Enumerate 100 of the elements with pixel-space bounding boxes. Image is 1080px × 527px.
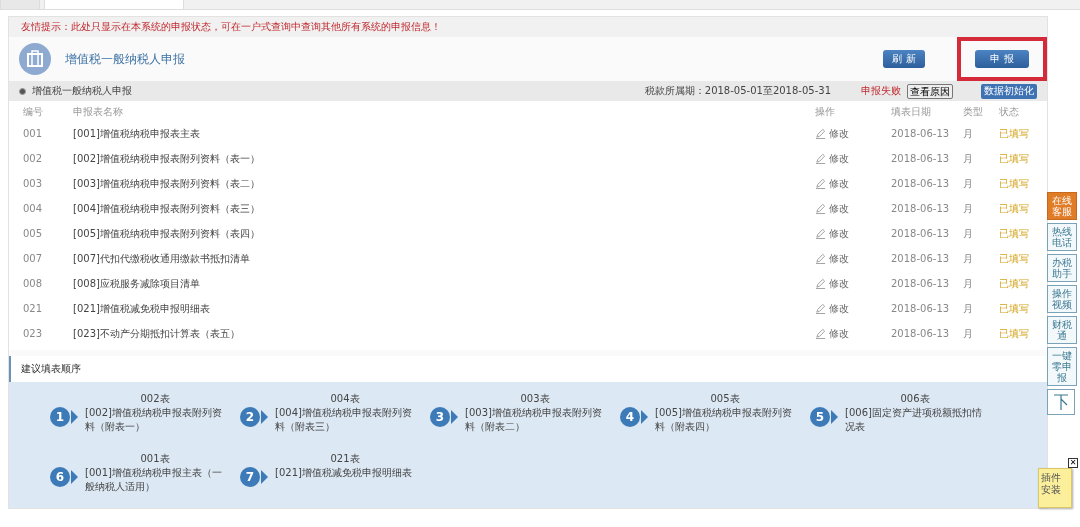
step-code: 003表 — [520, 392, 550, 406]
name-cell-text: [001]增值税纳税申报表主表 — [73, 126, 201, 141]
status-cell-text: 已填写 — [999, 126, 1030, 141]
type-cell-text: 月 — [963, 251, 974, 266]
status-cell-text: 已填写 — [999, 176, 1030, 191]
tab[interactable] — [44, 0, 184, 10]
plugin-note[interactable]: 插件安装 — [1038, 468, 1072, 508]
edit-link[interactable]: 修改 — [829, 151, 849, 166]
date-cell-text: 2018-06-13 — [891, 278, 951, 289]
edit-link[interactable]: 修改 — [829, 251, 849, 266]
code-cell-text: 002 — [23, 153, 44, 164]
edit-link[interactable]: 修改 — [829, 301, 849, 316]
pencil-icon — [815, 178, 826, 189]
column-header: 操作 — [815, 105, 836, 119]
code-cell-text: 007 — [23, 253, 44, 264]
name-cell-text: [004]增值税纳税申报表附列资料（表三） — [73, 201, 261, 216]
edit-link[interactable]: 修改 — [829, 201, 849, 216]
side-tool-button[interactable]: 办税助手 — [1047, 254, 1077, 282]
name-cell-text: [005]增值税纳税申报表附列资料（表四） — [73, 226, 261, 241]
side-tool-button[interactable]: 热线电话 — [1047, 223, 1077, 251]
status-cell-text: 已填写 — [999, 201, 1030, 216]
step-name: [003]增值税纳税申报表附列资料（附表二） — [465, 406, 603, 434]
side-tool-button[interactable]: 一键零申报 — [1047, 347, 1077, 386]
edit-link[interactable]: 修改 — [829, 326, 849, 341]
pencil-icon — [815, 128, 826, 139]
type-cell-text: 月 — [963, 301, 974, 316]
header-button[interactable]: 刷 新 — [883, 50, 925, 68]
pencil-icon — [815, 253, 826, 264]
radio-icon — [19, 87, 26, 95]
name-cell-text: [008]应税服务减除项目清单 — [73, 276, 201, 291]
status-cell-text: 已填写 — [999, 326, 1030, 341]
side-tool-button[interactable]: 财税通 — [1047, 316, 1077, 344]
step-code: 006表 — [900, 392, 930, 406]
type-cell-text: 月 — [963, 201, 974, 216]
edit-link[interactable]: 修改 — [829, 126, 849, 141]
code-cell-text: 001 — [23, 128, 44, 139]
date-cell-text: 2018-06-13 — [891, 128, 951, 139]
code-cell-text: 008 — [23, 278, 44, 289]
pencil-icon — [815, 153, 826, 164]
pencil-icon — [815, 328, 826, 339]
status-cell-text: 已填写 — [999, 226, 1030, 241]
type-cell-text: 月 — [963, 151, 974, 166]
date-cell-text: 2018-06-13 — [891, 203, 951, 214]
type-cell-text: 月 — [963, 326, 974, 341]
name-cell-text: [021]增值税减免税申报明细表 — [73, 301, 211, 316]
pencil-icon — [815, 203, 826, 214]
status-cell-text: 已填写 — [999, 151, 1030, 166]
page-title: 增值税一般纳税人申报 — [65, 50, 186, 68]
section-title: 建议填表顺序 — [9, 356, 1047, 382]
date-cell-text: 2018-06-13 — [891, 228, 951, 239]
tab[interactable] — [0, 0, 40, 10]
subbar-label: 增值税一般纳税人申报 — [32, 84, 133, 98]
edit-link[interactable]: 修改 — [829, 226, 849, 241]
status-cell-text: 已填写 — [999, 251, 1030, 266]
step-name: [005]增值税纳税申报表附列资料（附表四） — [655, 406, 793, 434]
status-text: 申报失败 — [861, 84, 901, 98]
period-text: 税款所属期：2018-05-01至2018-05-31 — [644, 84, 831, 98]
code-cell-text: 005 — [23, 228, 44, 239]
type-cell-text: 月 — [963, 276, 974, 291]
date-cell-text: 2018-06-13 — [891, 153, 951, 164]
date-cell-text: 2018-06-13 — [891, 328, 951, 339]
pencil-icon — [815, 228, 826, 239]
side-tool-button[interactable]: 操作视频 — [1047, 285, 1077, 313]
init-button[interactable]: 数据初始化 — [981, 83, 1037, 99]
type-cell-text: 月 — [963, 176, 974, 191]
code-cell-text: 004 — [23, 203, 44, 214]
name-cell-text: [003]增值税纳税申报表附列资料（表二） — [73, 176, 261, 191]
notice-text: 友情提示：此处只显示在本系统的申报状态，可在一户式查询中查询其他所有系统的申报信息！ — [9, 17, 1047, 37]
step-name: [021]增值税减免税申报明细表 — [275, 466, 413, 480]
date-cell-text: 2018-06-13 — [891, 253, 951, 264]
step-code: 002表 — [140, 392, 170, 406]
code-cell-text: 021 — [23, 303, 44, 314]
scroll-bottom-icon[interactable] — [1047, 389, 1075, 415]
date-cell-text: 2018-06-13 — [891, 303, 951, 314]
column-header: 类型 — [963, 105, 984, 119]
close-button[interactable]: ✕ — [1068, 458, 1078, 468]
pencil-icon — [815, 303, 826, 314]
type-cell-text: 月 — [963, 126, 974, 141]
date-cell-text: 2018-06-13 — [891, 178, 951, 189]
step-code: 001表 — [140, 452, 170, 466]
step-code: 005表 — [710, 392, 740, 406]
step-code: 021表 — [330, 452, 360, 466]
name-cell-text: [002]增值税纳税申报表附列资料（表一） — [73, 151, 261, 166]
step-name: [001]增值税纳税申报主表（一般纳税人适用） — [85, 466, 223, 494]
column-header: 申报表名称 — [73, 105, 124, 119]
edit-link[interactable]: 修改 — [829, 176, 849, 191]
name-cell-text: [023]不动产分期抵扣计算表（表五） — [73, 326, 241, 341]
step-name: [002]增值税纳税申报表附列资料（附表一） — [85, 406, 223, 434]
column-header: 填表日期 — [891, 105, 932, 119]
header-button[interactable]: 申 报 — [975, 50, 1029, 68]
type-cell-text: 月 — [963, 226, 974, 241]
briefcase-icon — [19, 43, 51, 75]
edit-link[interactable]: 修改 — [829, 276, 849, 291]
status-cell-text: 已填写 — [999, 276, 1030, 291]
name-cell-text: [007]代扣代缴税收通用缴款书抵扣清单 — [73, 251, 251, 266]
pencil-icon — [815, 278, 826, 289]
step-name: [004]增值税纳税申报表附列资料（附表三） — [275, 406, 413, 434]
code-cell-text: 023 — [23, 328, 44, 339]
status-cell-text: 已填写 — [999, 301, 1030, 316]
reason-button[interactable]: 查看原因 — [907, 83, 953, 99]
